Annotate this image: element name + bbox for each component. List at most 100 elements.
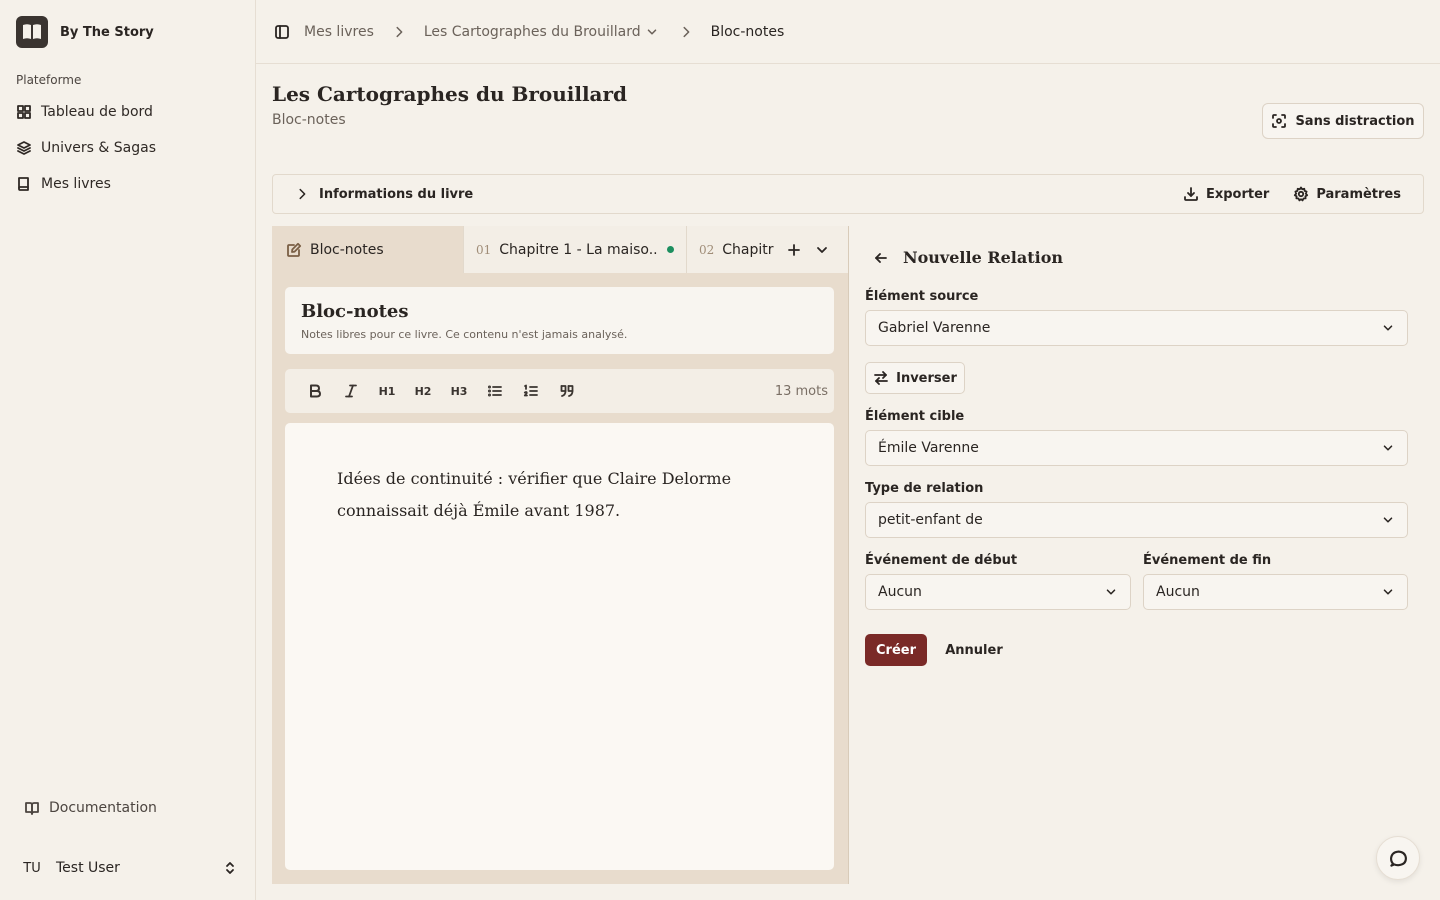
swap-button[interactable]: Inverser bbox=[865, 362, 965, 394]
create-button[interactable]: Créer bbox=[865, 634, 927, 666]
brand[interactable]: By The Story bbox=[16, 16, 154, 48]
chevron-right-icon[interactable] bbox=[295, 187, 309, 201]
swap-icon bbox=[874, 371, 889, 385]
end-event-value: Aucun bbox=[1156, 584, 1200, 600]
relation-type-select[interactable]: petit-enfant de bbox=[865, 502, 1408, 538]
breadcrumb-current: Bloc-notes bbox=[710, 23, 785, 40]
word-count: 13 mots bbox=[774, 383, 828, 399]
notepad-title: Bloc-notes bbox=[301, 301, 409, 322]
tab-label: Chapitre 1 - La maiso... bbox=[499, 241, 659, 258]
heading-3-label: H3 bbox=[450, 384, 468, 398]
numbered-list-button[interactable] bbox=[513, 373, 549, 409]
notepad-editor[interactable]: Idées de continuité : vérifier que Clair… bbox=[285, 423, 834, 870]
tab-label: Bloc-notes bbox=[310, 241, 384, 258]
tab-notepad[interactable]: Bloc-notes bbox=[272, 226, 464, 273]
sidebar-item-label: Tableau de bord bbox=[41, 104, 153, 120]
sidebar-item-universes[interactable]: Univers & Sagas bbox=[16, 132, 240, 164]
relation-panel-title: Nouvelle Relation bbox=[903, 248, 1064, 267]
documentation-label: Documentation bbox=[49, 800, 157, 816]
sidebar-item-label: Mes livres bbox=[41, 176, 111, 192]
italic-button[interactable] bbox=[333, 373, 369, 409]
user-menu[interactable]: TU Test User bbox=[16, 852, 240, 884]
bullet-list-icon bbox=[487, 385, 502, 397]
tab-chapter-2[interactable]: 02 Chapitr bbox=[687, 226, 774, 273]
relation-panel: Nouvelle Relation Élément source Gabriel… bbox=[849, 226, 1424, 884]
breadcrumb-my-books[interactable]: Mes livres bbox=[304, 24, 374, 40]
panel-left-icon bbox=[275, 24, 289, 39]
book-icon bbox=[18, 177, 29, 191]
notepad-description: Notes libres pour ce livre. Ce contenu n… bbox=[301, 328, 628, 341]
sidebar-item-label: Univers & Sagas bbox=[41, 140, 157, 156]
quote-button[interactable] bbox=[549, 373, 585, 409]
tab-chapter-1[interactable]: 01 Chapitre 1 - La maiso... bbox=[464, 226, 687, 273]
page-subtitle: Bloc-notes bbox=[272, 112, 346, 128]
start-event-value: Aucun bbox=[878, 584, 922, 600]
chat-button[interactable] bbox=[1376, 836, 1420, 880]
source-select[interactable]: Gabriel Varenne bbox=[865, 310, 1408, 346]
chevron-down-icon bbox=[1383, 445, 1393, 451]
editor-area: Bloc-notes 01 Chapitre 1 - La maiso... 0… bbox=[272, 226, 849, 884]
breadcrumb-book-label: Les Cartographes du Brouillard bbox=[423, 23, 641, 40]
heading-3-button[interactable]: H3 bbox=[441, 373, 477, 409]
heading-2-label: H2 bbox=[414, 384, 432, 398]
chevron-down-icon bbox=[817, 246, 827, 253]
heading-1-button[interactable]: H1 bbox=[369, 373, 405, 409]
target-label: Élément cible bbox=[865, 409, 965, 424]
target-select[interactable]: Émile Varenne bbox=[865, 430, 1408, 466]
source-value: Gabriel Varenne bbox=[878, 320, 991, 336]
brand-name: By The Story bbox=[60, 24, 154, 40]
user-name: Test User bbox=[56, 860, 120, 876]
sidebar-toggle-button[interactable] bbox=[274, 24, 290, 40]
heading-1-label: H1 bbox=[378, 384, 396, 398]
grid-icon bbox=[17, 105, 31, 119]
settings-button[interactable]: Paramètres bbox=[1293, 186, 1401, 202]
arrow-left-icon[interactable] bbox=[873, 250, 889, 266]
note-edit-icon bbox=[287, 242, 302, 257]
end-event-select[interactable]: Aucun bbox=[1143, 574, 1408, 610]
documentation-link[interactable]: Documentation bbox=[24, 800, 157, 816]
notepad-content: Idées de continuité : vérifier que Clair… bbox=[337, 469, 732, 520]
open-book-icon bbox=[25, 802, 39, 815]
cancel-button[interactable]: Annuler bbox=[935, 634, 1013, 666]
chevron-down-icon bbox=[647, 28, 656, 35]
tab-number: 01 bbox=[476, 242, 492, 257]
type-label: Type de relation bbox=[865, 481, 984, 496]
sidebar: By The Story Plateforme Tableau de bord … bbox=[0, 0, 256, 900]
relation-panel-header: Nouvelle Relation bbox=[873, 248, 1063, 267]
status-dot bbox=[667, 246, 674, 253]
numbered-list-icon bbox=[523, 384, 538, 397]
bullet-list-button[interactable] bbox=[477, 373, 513, 409]
chevron-down-icon bbox=[1106, 589, 1116, 595]
add-tab-button[interactable] bbox=[780, 226, 808, 273]
sidebar-item-dashboard[interactable]: Tableau de bord bbox=[16, 96, 240, 128]
topbar: Mes livres Les Cartographes du Brouillar… bbox=[256, 0, 1440, 64]
plus-icon bbox=[788, 243, 800, 256]
tab-list-button[interactable] bbox=[808, 226, 836, 273]
chevron-down-icon bbox=[1383, 589, 1393, 595]
distraction-free-button[interactable]: Sans distraction bbox=[1262, 103, 1424, 139]
source-label: Élément source bbox=[865, 289, 979, 304]
italic-icon bbox=[345, 384, 357, 398]
sidebar-item-my-books[interactable]: Mes livres bbox=[16, 168, 240, 200]
format-toolbar: H1 H2 H3 13 mots bbox=[285, 369, 834, 413]
chat-bubble-icon bbox=[1389, 850, 1407, 867]
swap-label: Inverser bbox=[896, 370, 957, 386]
download-icon bbox=[1184, 187, 1198, 201]
book-info-toggle[interactable]: Informations du livre bbox=[319, 187, 1159, 202]
target-value: Émile Varenne bbox=[878, 440, 979, 456]
distraction-free-label: Sans distraction bbox=[1295, 113, 1415, 129]
start-event-select[interactable]: Aucun bbox=[865, 574, 1131, 610]
breadcrumb-book[interactable]: Les Cartographes du Brouillard bbox=[424, 24, 659, 40]
bold-button[interactable] bbox=[297, 373, 333, 409]
focus-icon bbox=[1272, 114, 1287, 128]
tab-bar: Bloc-notes 01 Chapitre 1 - La maiso... 0… bbox=[272, 226, 848, 273]
book-logo-icon bbox=[16, 16, 48, 48]
chevron-right-icon bbox=[683, 26, 690, 37]
heading-2-button[interactable]: H2 bbox=[405, 373, 441, 409]
export-button[interactable]: Exporter bbox=[1183, 186, 1269, 202]
sidebar-nav: Tableau de bord Univers & Sagas Mes livr… bbox=[16, 96, 240, 204]
chevron-down-icon bbox=[1383, 325, 1393, 331]
settings-label: Paramètres bbox=[1316, 186, 1401, 202]
export-label: Exporter bbox=[1205, 186, 1270, 202]
chevron-down-icon bbox=[1383, 517, 1393, 523]
